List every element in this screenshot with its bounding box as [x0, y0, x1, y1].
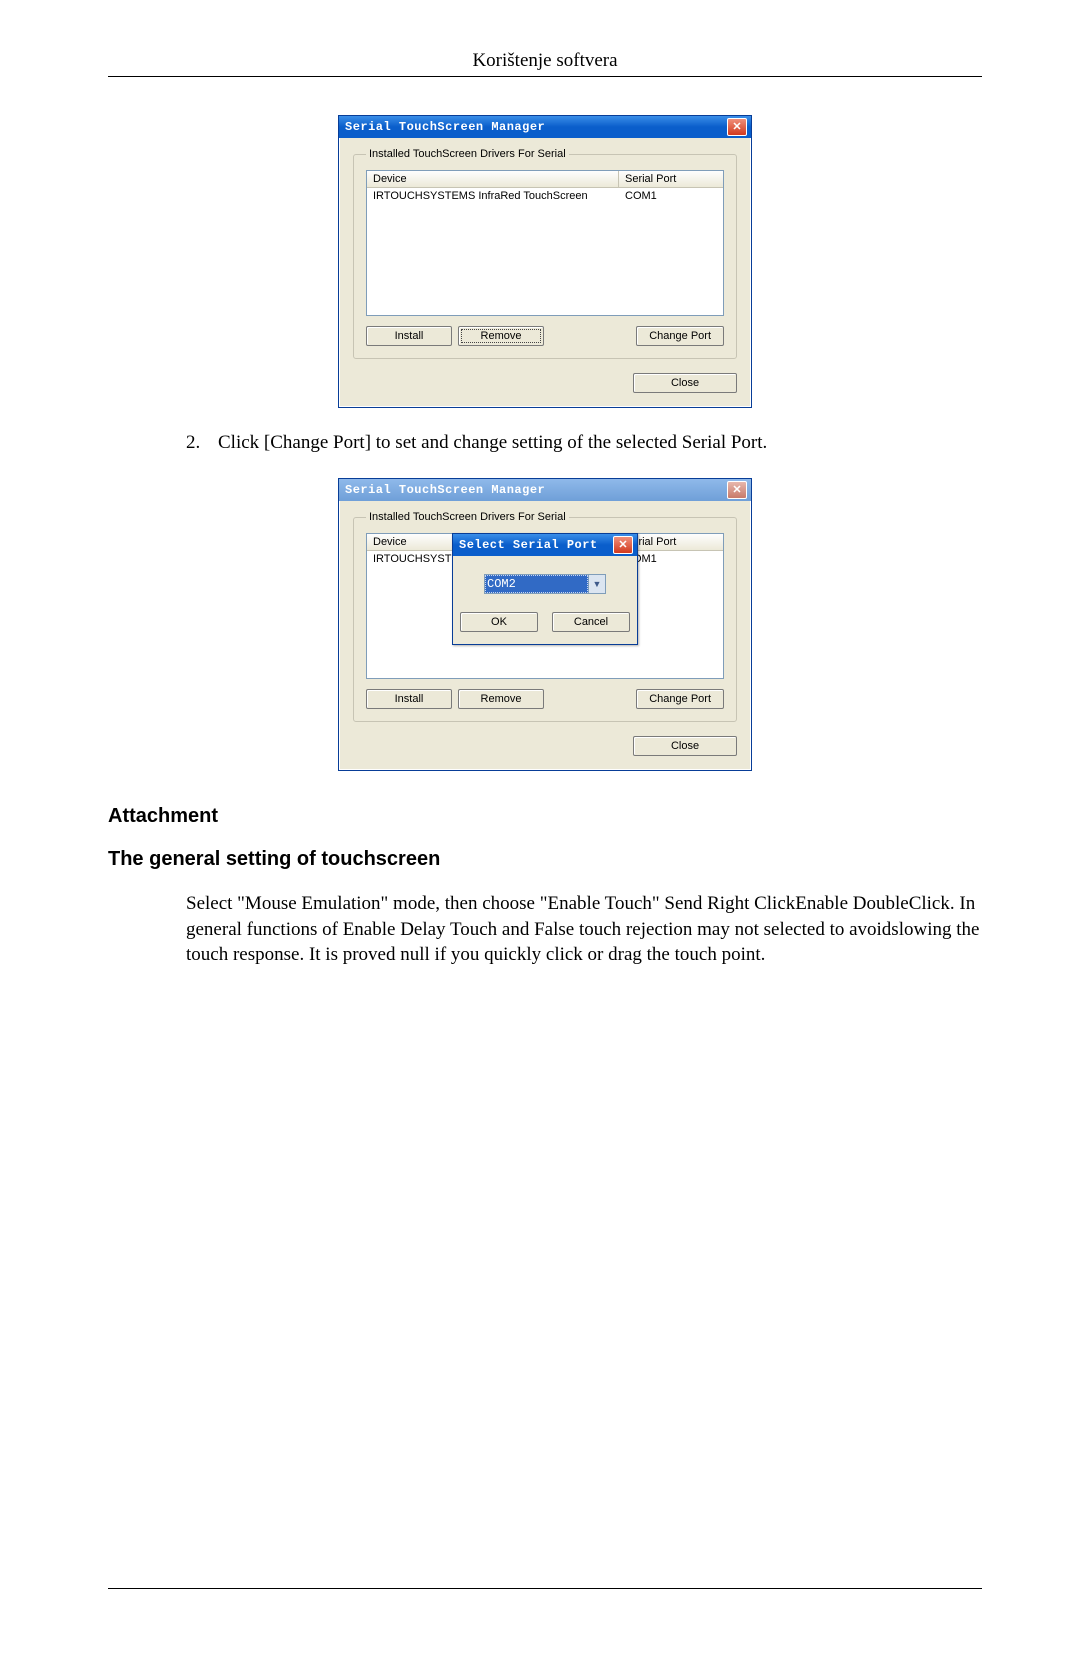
header-divider: [108, 76, 982, 77]
body-paragraph: Select "Mouse Emulation" mode, then choo…: [186, 891, 982, 968]
cell-device: IRTOUCHSYSTEMS InfraRed TouchScreen: [367, 188, 619, 204]
combo-value: COM2: [485, 575, 588, 593]
mini-titlebar: Select Serial Port ✕: [453, 534, 637, 556]
close-button[interactable]: Close: [633, 373, 737, 393]
mini-body: COM2 ▼ OK Cancel: [453, 556, 637, 644]
footer-divider: [108, 1588, 982, 1589]
dialog-footer: Close: [353, 359, 737, 393]
heading-attachment: Attachment: [108, 805, 982, 828]
close-icon[interactable]: ✕: [613, 536, 633, 554]
groupbox-legend: Installed TouchScreen Drivers For Serial: [366, 148, 569, 160]
dialog-body: Installed TouchScreen Drivers For Serial…: [339, 501, 751, 770]
groupbox-buttons: Install Remove Change Port: [366, 689, 724, 709]
groupbox-buttons: Install Remove Change Port: [366, 326, 724, 346]
left-buttons: Install Remove: [366, 689, 544, 709]
listview-container: Device Serial Port IRTOUCHSYSTE COM1: [366, 533, 724, 679]
step-text: Click [Change Port] to set and change se…: [218, 432, 767, 454]
heading-general-setting: The general setting of touchscreen: [108, 848, 982, 871]
drivers-listview[interactable]: Device Serial Port IRTOUCHSYSTEMS InfraR…: [366, 170, 724, 316]
close-icon[interactable]: ✕: [727, 481, 747, 499]
ok-button[interactable]: OK: [460, 612, 538, 632]
remove-button[interactable]: Remove: [458, 326, 544, 346]
change-port-button[interactable]: Change Port: [636, 689, 724, 709]
document-page: Korištenje softvera Serial TouchScreen M…: [0, 0, 1080, 1657]
cancel-button[interactable]: Cancel: [552, 612, 630, 632]
titlebar-inactive: Serial TouchScreen Manager ✕: [339, 479, 751, 501]
chevron-down-icon[interactable]: ▼: [588, 575, 605, 593]
install-button[interactable]: Install: [366, 689, 452, 709]
left-buttons: Install Remove: [366, 326, 544, 346]
column-device[interactable]: Device: [367, 171, 619, 187]
serial-port-select[interactable]: COM2 ▼: [484, 574, 606, 594]
mini-titlebar-label: Select Serial Port: [459, 538, 598, 552]
serial-manager-dialog-2: Serial TouchScreen Manager ✕ Installed T…: [338, 478, 752, 771]
drivers-groupbox: Installed TouchScreen Drivers For Serial…: [353, 148, 737, 359]
titlebar-label: Serial TouchScreen Manager: [345, 483, 545, 497]
numbered-step: 2. Click [Change Port] to set and change…: [186, 432, 982, 454]
titlebar-label: Serial TouchScreen Manager: [345, 120, 545, 134]
change-port-button[interactable]: Change Port: [636, 326, 724, 346]
dialog-footer: Close: [353, 722, 737, 756]
blank-space: [108, 968, 982, 1528]
select-serial-port-dialog: Select Serial Port ✕ COM2 ▼ OK: [452, 533, 638, 645]
column-serial-port[interactable]: Serial Port: [619, 171, 723, 187]
close-button[interactable]: Close: [633, 736, 737, 756]
groupbox-legend: Installed TouchScreen Drivers For Serial: [366, 511, 569, 523]
mini-buttons: OK Cancel: [467, 612, 623, 632]
dialog-body: Installed TouchScreen Drivers For Serial…: [339, 138, 751, 407]
cell-port: COM1: [619, 188, 723, 204]
screenshot-2: Serial TouchScreen Manager ✕ Installed T…: [108, 478, 982, 771]
page-header: Korištenje softvera: [108, 50, 982, 72]
titlebar: Serial TouchScreen Manager ✕: [339, 116, 751, 138]
serial-manager-dialog: Serial TouchScreen Manager ✕ Installed T…: [338, 115, 752, 408]
screenshot-1: Serial TouchScreen Manager ✕ Installed T…: [108, 115, 982, 408]
close-icon[interactable]: ✕: [727, 118, 747, 136]
drivers-groupbox: Installed TouchScreen Drivers For Serial…: [353, 511, 737, 722]
remove-button[interactable]: Remove: [458, 689, 544, 709]
install-button[interactable]: Install: [366, 326, 452, 346]
listview-row[interactable]: IRTOUCHSYSTEMS InfraRed TouchScreen COM1: [367, 188, 723, 204]
step-number: 2.: [186, 432, 218, 454]
listview-header: Device Serial Port: [367, 171, 723, 188]
